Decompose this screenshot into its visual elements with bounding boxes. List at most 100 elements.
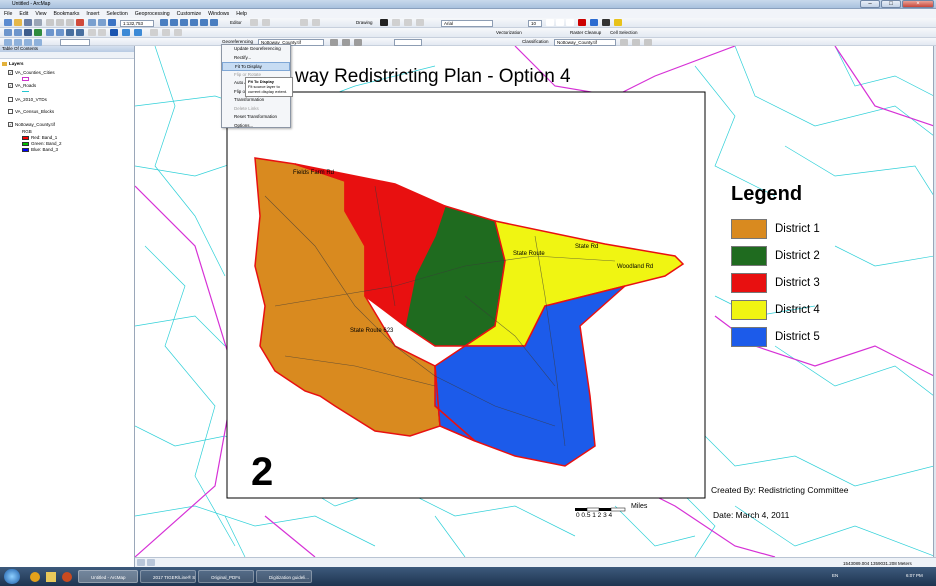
menu-view[interactable]: View [35,11,46,17]
cut-icon[interactable] [46,19,54,26]
menu-item-options[interactable]: Options... [222,122,290,131]
identify-icon[interactable] [110,29,118,36]
layer-visibility-checkbox[interactable]: ✓ [8,70,13,75]
menu-geoprocessing[interactable]: Geoprocessing [135,11,170,17]
rotate-icon[interactable] [392,19,400,26]
line-color-icon[interactable] [602,19,610,26]
hyperlink-icon[interactable] [150,29,158,36]
text-icon[interactable] [416,19,424,26]
task-arcmap[interactable]: Untitled - ArcMap [78,570,138,583]
zoom-whole-page-icon[interactable] [34,38,42,46]
zoom-out-icon[interactable] [14,29,22,36]
catalog-window-icon[interactable] [180,19,188,26]
layout-pan-icon[interactable] [24,38,32,46]
arctoolbox-icon[interactable] [200,19,208,26]
drawing-menu[interactable]: Drawing [356,20,373,25]
toc-layer-roads[interactable]: ✓ VA_Roads [8,83,36,88]
menu-item-transformation[interactable]: Transformation [222,96,290,105]
paste-icon[interactable] [66,19,74,26]
find-icon[interactable] [122,29,130,36]
measure-icon[interactable] [134,29,142,36]
chrome-icon[interactable] [30,572,40,582]
class-layer-combo[interactable]: Nottoway_County.tif [554,38,616,46]
attributes-icon[interactable] [300,19,308,26]
toc-root[interactable]: Layers [2,61,24,66]
task-original-pdfs[interactable]: Original_PDFs [198,570,254,583]
maximize-button[interactable]: □ [881,0,901,8]
layout-zoom-out-icon[interactable] [14,38,22,46]
search-window-icon[interactable] [190,19,198,26]
clear-selection-icon[interactable] [98,29,106,36]
undo-icon[interactable] [88,19,96,26]
training-sample-icon[interactable] [620,38,628,46]
font-size-combo[interactable]: 10 [528,19,542,27]
start-button[interactable] [4,569,20,584]
layout-view-icon[interactable] [147,559,155,566]
font-color-icon[interactable] [578,19,586,26]
select-elements-icon[interactable] [380,19,388,26]
fill-color-icon[interactable] [590,19,598,26]
copy-icon[interactable] [56,19,64,26]
layout-zoom-combo[interactable] [60,38,90,46]
add-data-icon[interactable] [108,19,116,26]
clock[interactable]: 6:07 PM [906,573,923,578]
menu-selection[interactable]: Selection [106,11,127,17]
toc-layer-vtds[interactable]: VA_2010_VTDs [8,97,47,102]
task-digitization[interactable]: Digitization guideli... [256,570,312,583]
menu-item-update-georeferencing[interactable]: Update Georeferencing [222,45,290,54]
full-extent-icon[interactable] [34,29,42,36]
classification-menu[interactable]: Classification [522,39,549,44]
sketch-properties-icon[interactable] [312,19,320,26]
editor-toolbar-icon[interactable] [160,19,168,26]
back-extent-icon[interactable] [66,29,74,36]
sketch-tool-icon[interactable] [262,19,270,26]
menu-windows[interactable]: Windows [208,11,229,17]
training-manager-icon[interactable] [632,38,640,46]
menu-bookmarks[interactable]: Bookmarks [53,11,79,17]
media-player-icon[interactable] [62,572,72,582]
language-indicator[interactable]: EN [832,573,838,578]
forward-extent-icon[interactable] [76,29,84,36]
task-tiger[interactable]: 2017 TIGER/Line® S... [140,570,196,583]
cell-selection-menu[interactable]: Cell Selection [610,30,638,35]
close-button[interactable]: × [902,0,934,8]
toc-window-icon[interactable] [170,19,178,26]
layer-visibility-checkbox[interactable]: ✓ [8,83,13,88]
font-combo[interactable]: Arial [441,19,493,27]
select-features-icon[interactable] [88,29,96,36]
rectangle-icon[interactable] [404,19,412,26]
underline-icon[interactable] [566,19,574,26]
layer-visibility-checkbox[interactable] [8,109,13,114]
scale-combo[interactable]: 1:132,753 [120,19,154,27]
menu-insert[interactable]: Insert [86,11,99,17]
toc-layer-counties[interactable]: ✓ VA_Counties_Cities [8,70,55,75]
view-link-table-icon[interactable] [342,38,350,46]
menu-item-delete-links[interactable]: Delete Links [222,105,290,114]
menu-item-rectify[interactable]: Rectify... [222,54,290,63]
menu-edit[interactable]: Edit [19,11,28,17]
data-view-icon[interactable] [137,559,145,566]
menu-help[interactable]: Help [236,11,247,17]
explorer-icon[interactable] [46,572,56,582]
fixed-zoom-in-icon[interactable] [46,29,54,36]
time-slider-icon[interactable] [174,29,182,36]
scatterplot-icon[interactable] [644,38,652,46]
rotate-raster-icon[interactable] [354,38,362,46]
edit-tool-icon[interactable] [250,19,258,26]
redo-icon[interactable] [98,19,106,26]
bold-icon[interactable] [546,19,554,26]
fixed-zoom-out-icon[interactable] [56,29,64,36]
menu-item-fit-to-display[interactable]: Fit To Display [222,62,290,71]
toc-layer-blocks[interactable]: VA_Census_Blocks [8,109,54,114]
menu-item-reset-transformation[interactable]: Reset Transformation [222,113,290,122]
minimize-button[interactable]: – [860,0,880,8]
menu-customize[interactable]: Customize [177,11,202,17]
layer-visibility-checkbox[interactable]: ✓ [8,122,13,127]
delete-icon[interactable] [76,19,84,26]
print-icon[interactable] [34,19,42,26]
save-icon[interactable] [24,19,32,26]
rotate-angle-input[interactable] [394,38,422,46]
editor-menu[interactable]: Editor [230,20,242,25]
toc-layer-raster[interactable]: ✓ Nottoway_County.tif [8,122,55,127]
zoom-in-icon[interactable] [4,29,12,36]
